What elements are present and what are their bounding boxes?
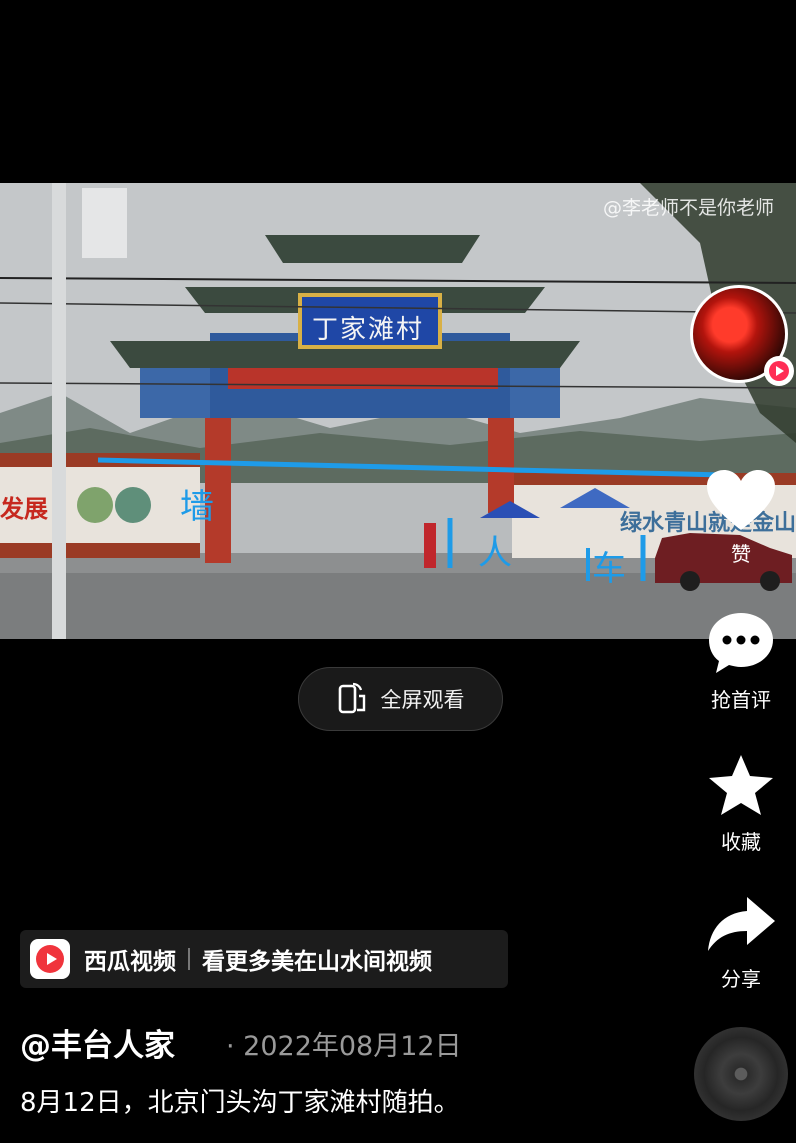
share-label: 分享 [721, 967, 761, 991]
annotation-people: 人 [478, 533, 512, 573]
xigua-logo-icon [30, 939, 70, 979]
source-divider [188, 948, 190, 970]
fullscreen-rotate-icon [337, 682, 367, 716]
annotation-car: 车 [592, 549, 626, 589]
comment-button[interactable]: 抢首评 [686, 610, 796, 713]
share-button[interactable]: 分享 [686, 893, 796, 992]
like-button[interactable]: 赞 [686, 468, 796, 567]
comment-label: 抢首评 [711, 688, 771, 712]
music-disc-icon[interactable] [694, 1027, 788, 1121]
post-caption: 8月12日，北京门头沟丁家滩村随拍。 [20, 1088, 460, 1118]
source-app-banner[interactable]: 西瓜视频 看更多美在山水间视频 [20, 930, 508, 988]
video-player[interactable]: 丁家滩村 发展 绿水青山就是金山 墙 人 车 [0, 183, 796, 639]
like-label: 赞 [731, 542, 751, 566]
video-frame [0, 183, 796, 639]
source-app-name: 西瓜视频 [84, 949, 176, 975]
gate-sign-text: 丁家滩村 [312, 315, 425, 345]
post-date: · 2022年08月12日 [226, 1031, 462, 1062]
fullscreen-button[interactable]: 全屏观看 [298, 667, 503, 731]
share-arrow-icon [708, 897, 775, 951]
live-badge-icon [764, 356, 794, 386]
fullscreen-label: 全屏观看 [380, 688, 465, 712]
author-name[interactable]: @丰台人家 [20, 1020, 175, 1065]
annotation-wall: 墙 [180, 487, 214, 527]
favorite-label: 收藏 [721, 830, 761, 854]
wall-sign-left-text: 发展 [0, 495, 48, 523]
video-watermark: @李老师不是你老师 [602, 197, 774, 219]
favorite-button[interactable]: 收藏 [686, 752, 796, 855]
source-description: 看更多美在山水间视频 [202, 949, 432, 975]
comment-icon [709, 613, 773, 673]
heart-icon [707, 470, 775, 530]
star-icon [709, 755, 773, 815]
